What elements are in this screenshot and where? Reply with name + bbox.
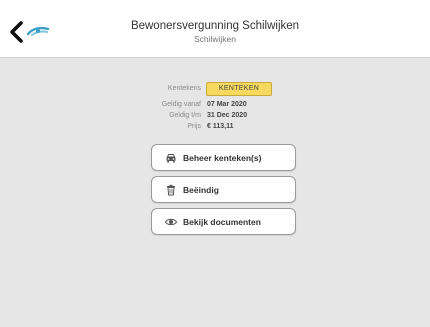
view-documents-button[interactable]: Bekijk documenten bbox=[151, 208, 296, 235]
valid-from-label: Geldig vanaf bbox=[161, 101, 201, 108]
price-value: € 113,11 bbox=[207, 123, 234, 130]
eye-icon bbox=[165, 218, 177, 226]
page-title: Bewonersvergunning Schilwijken bbox=[130, 20, 300, 32]
plate-row: Kentekens KENTEKEN bbox=[0, 82, 430, 96]
end-permit-button[interactable]: Beëindig bbox=[151, 176, 296, 203]
plate-badge: KENTEKEN bbox=[206, 82, 272, 96]
page-subtitle: Schilwijken bbox=[193, 34, 237, 44]
valid-to-label: Geldig t/m bbox=[169, 112, 201, 119]
trash-icon bbox=[167, 184, 175, 196]
app-screen: Bewonersvergunning Schilwijken Schilwijk… bbox=[0, 0, 430, 327]
car-icon bbox=[166, 154, 176, 163]
view-documents-label: Bekijk documenten bbox=[183, 217, 261, 227]
valid-from-value: 07 Mar 2020 bbox=[207, 101, 247, 108]
price-label: Prijs bbox=[187, 123, 201, 130]
plate-label: Kentekens bbox=[167, 85, 201, 92]
end-permit-label: Beëindig bbox=[183, 185, 219, 195]
manage-plates-label: Beheer kenteken(s) bbox=[183, 153, 262, 163]
header-bar: Bewonersvergunning Schilwijken Schilwijk… bbox=[0, 0, 430, 58]
valid-to-value: 31 Dec 2020 bbox=[207, 112, 248, 119]
manage-plates-button[interactable]: Beheer kenteken(s) bbox=[151, 144, 296, 171]
